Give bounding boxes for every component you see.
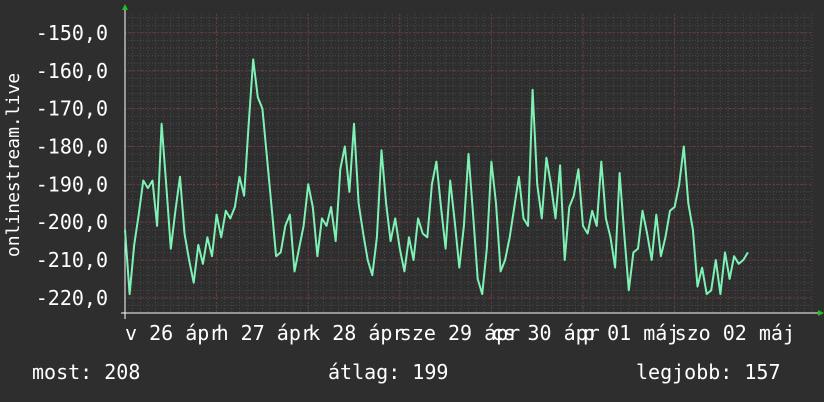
average-value: átlag: 199 [328, 360, 449, 384]
best-value: legjobb: 157 [636, 360, 781, 384]
y-tick-label: -180,0 [36, 134, 108, 158]
x-tick-labels: v 26 áprh 27 áprk 28 áprsze 29 áprcs 30 … [125, 321, 795, 345]
x-tick-label: szo 02 máj [675, 321, 795, 345]
y-axis-label: onlinestream.live [3, 73, 24, 257]
y-tick-label: -200,0 [36, 210, 108, 234]
chart-panel: -150,0 -160,0 -170,0 -180,0 -190,0 -200,0 -210… [0, 0, 824, 402]
x-axis-arrow [818, 310, 824, 316]
y-tick-label: -160,0 [36, 59, 108, 83]
x-tick-label: v 26 ápr [125, 321, 221, 345]
y-tick-labels: -150,0 -160,0 -170,0 -180,0 -190,0 -200,0 -210… [36, 21, 108, 310]
line-chart: -150,0 -160,0 -170,0 -180,0 -190,0 -200,0 -210… [3, 4, 824, 345]
x-tick-label: k 28 ápr [308, 321, 404, 345]
axes [121, 4, 824, 319]
x-tick-label: h 27 ápr [217, 321, 313, 345]
y-tick-label: -150,0 [36, 21, 108, 45]
current-value: most: 208 [32, 360, 141, 384]
y-axis-arrow [122, 4, 128, 10]
y-tick-label: -210,0 [36, 248, 108, 272]
y-tick-label: -220,0 [36, 286, 108, 310]
x-tick-label: p 01 máj [583, 321, 679, 345]
y-tick-label: -190,0 [36, 172, 108, 196]
y-tick-label: -170,0 [36, 97, 108, 121]
